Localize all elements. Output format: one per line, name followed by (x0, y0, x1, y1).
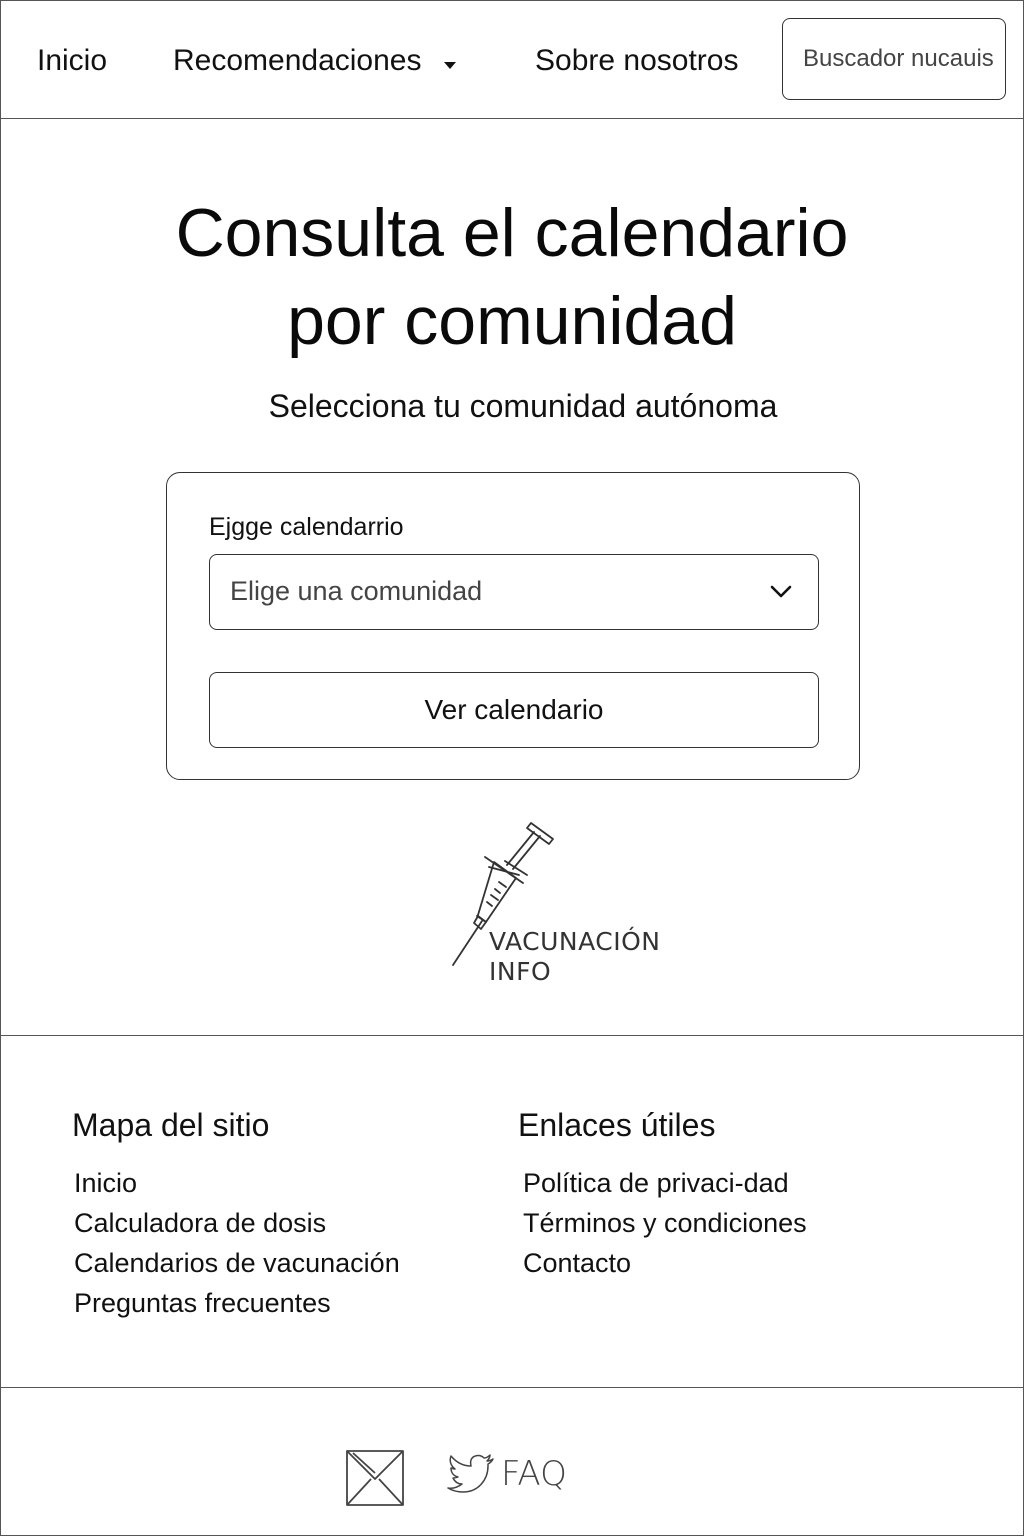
vaccination-info-graphic: VACUNACIÓN INFO (449, 819, 669, 999)
footer-sitemap-heading: Mapa del sitio (72, 1107, 270, 1143)
footer-useful-links: Enlaces útiles Política de privaci-dad T… (518, 1105, 807, 1283)
twitter-icon[interactable] (447, 1453, 495, 1498)
footer-useful-heading: Enlaces útiles (518, 1107, 716, 1143)
footer-link-inicio[interactable]: Inicio (74, 1163, 400, 1203)
calendar-select-label: Ejgge calendarrio (209, 513, 404, 541)
footer-link-calculadora[interactable]: Calculadora de dosis (74, 1203, 400, 1243)
page-title: Consulta el calendario por comunidad (1, 189, 1023, 365)
footer-link-terminos[interactable]: Términos y condiciones (523, 1203, 807, 1243)
faq-link[interactable]: FAQ (501, 1451, 567, 1497)
search-input[interactable] (782, 18, 1006, 100)
social-links: FAQ (1, 1445, 1023, 1509)
page-subtitle: Selecciona tu comunidad autónoma (268, 388, 778, 424)
bottom-divider (1, 1387, 1023, 1388)
nav-sobre-nosotros[interactable]: Sobre nosotros (535, 41, 738, 81)
page-title-line1: Consulta el calendario (175, 195, 849, 271)
footer-link-preguntas[interactable]: Preguntas frecuentes (74, 1283, 400, 1323)
nav-recomendaciones-dropdown[interactable]: Recomendaciones (173, 41, 457, 82)
footer-link-calendarios[interactable]: Calendarios de vacunación (74, 1243, 400, 1283)
calendar-form-card: Ejgge calendarrio Elige una comunidad Ve… (166, 472, 860, 780)
footer-link-contacto[interactable]: Contacto (523, 1243, 807, 1283)
vaccination-info-line1: VACUNACIÓN (489, 927, 661, 956)
mail-icon[interactable] (345, 1449, 405, 1512)
footer-link-privacidad[interactable]: Política de privaci-dad (523, 1163, 807, 1203)
caret-down-icon (443, 42, 457, 82)
footer-sitemap: Mapa del sitio Inicio Calculadora de dos… (72, 1105, 400, 1323)
nav-recomendaciones-label: Recomendaciones (173, 44, 422, 77)
vaccination-info-text: VACUNACIÓN INFO (489, 927, 661, 987)
top-nav: Inicio Recomendaciones Sobre nosotros (1, 1, 1023, 119)
footer-divider (1, 1035, 1023, 1036)
page: Inicio Recomendaciones Sobre nosotros Co… (0, 0, 1024, 1536)
nav-inicio[interactable]: Inicio (37, 41, 107, 81)
page-title-line2: por comunidad (287, 283, 737, 359)
view-calendar-button[interactable]: Ver calendario (209, 672, 819, 748)
community-select[interactable]: Elige una comunidad (209, 554, 819, 630)
community-select-placeholder: Elige una comunidad (230, 576, 483, 606)
vaccination-info-line2: INFO (489, 957, 552, 986)
chevron-down-icon (768, 579, 794, 610)
